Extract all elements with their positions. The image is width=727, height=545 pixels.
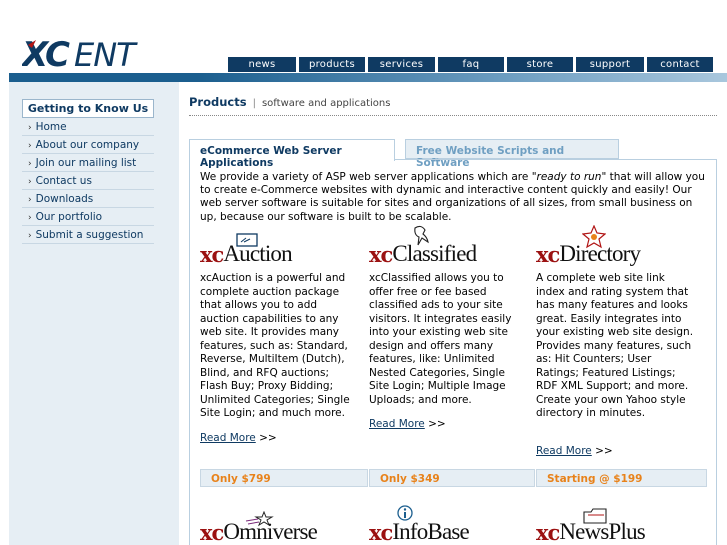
read-more-directory[interactable]: Read More >> — [536, 445, 613, 457]
nav-news[interactable]: news — [228, 57, 296, 72]
sidebar-item-contact[interactable]: › Contact us — [22, 172, 154, 190]
svg-text:XC: XC — [22, 36, 70, 70]
chevron-right-icon: › — [28, 159, 32, 169]
shooting-star-icon — [245, 511, 274, 527]
price-classified: Only $349 — [369, 469, 535, 487]
header-bar — [9, 73, 727, 82]
product-logo-auction[interactable]: xc Auction — [200, 231, 293, 267]
gavel-icon — [236, 233, 258, 247]
folder-icon — [583, 508, 607, 524]
sidebar-item-portfolio[interactable]: › Our portfolio — [22, 208, 154, 226]
nav-services[interactable]: services — [368, 57, 435, 72]
read-more-auction[interactable]: Read More >> — [200, 432, 277, 444]
sidebar-item-home[interactable]: › Home — [22, 118, 154, 136]
chevron-right-icon: › — [28, 177, 32, 187]
breadcrumb: Products | software and applications — [189, 95, 391, 109]
sidebar-item-suggestion[interactable]: › Submit a suggestion — [22, 226, 154, 244]
chevron-right-icon: › — [28, 123, 32, 133]
product-logo-classified[interactable]: xc Classified — [369, 225, 477, 267]
product-description-directory: A complete web site link index and ratin… — [536, 272, 694, 419]
sidebar-title: Getting to Know Us — [22, 99, 154, 118]
sidebar-item-downloads[interactable]: › Downloads — [22, 190, 154, 208]
sidebar-item-about[interactable]: › About our company — [22, 136, 154, 154]
nav-faq[interactable]: faq — [438, 57, 504, 72]
product-description-classified: xcClassified allows you to offer free or… — [369, 272, 512, 406]
product-logo-omniverse[interactable]: xc Omniverse — [200, 509, 318, 545]
top-navigation: news products services faq store support… — [228, 57, 713, 72]
nav-store[interactable]: store — [507, 57, 573, 72]
nav-support[interactable]: support — [576, 57, 644, 72]
page-title: Products — [189, 95, 247, 109]
push-pin-icon — [414, 225, 429, 246]
nav-products[interactable]: products — [299, 57, 365, 72]
price-auction: Only $799 — [200, 469, 368, 487]
tab-ecommerce-applications[interactable]: eCommerce Web Server Applications — [189, 139, 395, 169]
product-logo-infobase[interactable]: xc InfoBase — [369, 505, 470, 545]
product-description-auction: xcAuction is a powerful and complete auc… — [200, 272, 350, 419]
product-logo-newsplus[interactable]: xc NewsPlus — [536, 508, 646, 545]
tab-free-scripts[interactable]: Free Website Scripts and Software — [405, 139, 619, 169]
sidebar-menu: Getting to Know Us › Home › About our comp… — [22, 99, 154, 244]
price-bar: Only $799 Only $349 Starting @ $199 — [200, 469, 707, 487]
svg-text:ENT: ENT — [74, 36, 138, 70]
sidebar-item-mailing-list[interactable]: › Join our mailing list — [22, 154, 154, 172]
star-badge-icon — [582, 225, 606, 249]
product-logo-directory[interactable]: xc Directory — [536, 225, 641, 267]
intro-text: We provide a variety of ASP web server a… — [200, 171, 705, 223]
price-directory: Starting @ $199 — [536, 469, 707, 487]
chevron-right-icon: › — [28, 231, 32, 241]
chevron-right-icon: › — [28, 141, 32, 151]
read-more-classified[interactable]: Read More >> — [369, 418, 446, 430]
xcent-logo-graphic: XC ENT — [22, 36, 139, 70]
page-subtitle: software and applications — [261, 98, 391, 109]
info-icon — [397, 505, 413, 521]
chevron-right-icon: › — [28, 213, 32, 223]
dotted-divider — [189, 115, 717, 116]
nav-contact[interactable]: contact — [647, 57, 713, 72]
xcent-logo[interactable]: XC ENT — [22, 36, 147, 70]
chevron-right-icon: › — [28, 195, 32, 205]
